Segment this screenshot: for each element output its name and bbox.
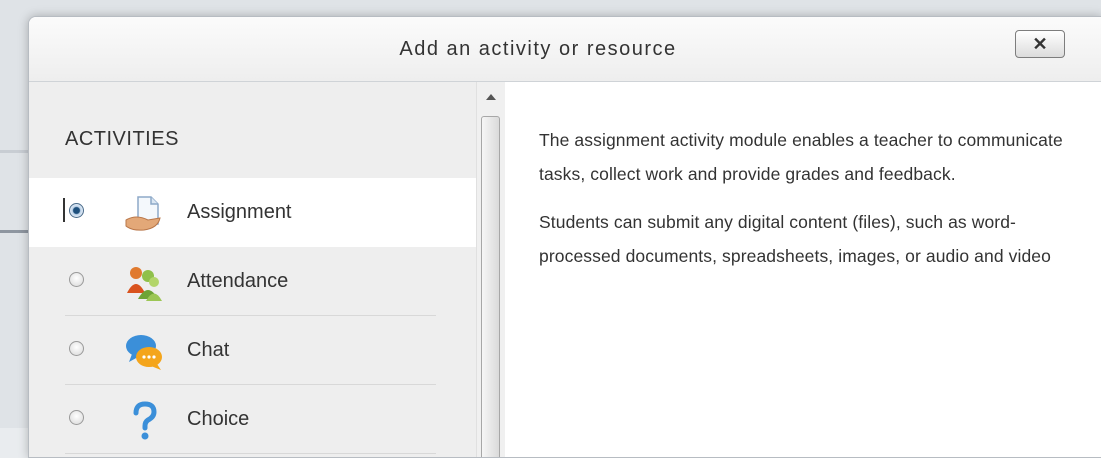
background-divider	[0, 230, 30, 233]
activities-heading: ACTIVITIES	[65, 128, 179, 150]
choice-icon	[133, 401, 157, 440]
add-activity-dialog: Add an activity or resource ✕ ACTIVITIES…	[28, 16, 1101, 458]
list-divider	[65, 453, 436, 454]
activity-description: The assignment activity module enables a…	[539, 123, 1069, 287]
activity-list-pane: ACTIVITIES Assignment Attendance Chat Ch…	[29, 82, 476, 457]
scroll-up-icon[interactable]	[486, 94, 496, 100]
text-caret	[63, 198, 65, 222]
background-divider	[0, 150, 30, 153]
description-paragraph: The assignment activity module enables a…	[539, 130, 1063, 184]
choice-radio[interactable]	[69, 410, 84, 425]
activity-list-scrollbar[interactable]	[476, 82, 505, 457]
activity-label: Chat	[187, 339, 230, 361]
description-paragraph: Students can submit any digital content …	[539, 212, 1051, 266]
activity-label: Choice	[187, 408, 250, 430]
assignment-radio[interactable]	[69, 203, 84, 218]
chat-icon	[126, 335, 162, 370]
close-icon: ✕	[1032, 34, 1048, 54]
dialog-header: Add an activity or resource ✕	[29, 17, 1101, 82]
activity-label: Attendance	[187, 270, 289, 292]
attendance-radio[interactable]	[69, 272, 84, 287]
dialog-title: Add an activity or resource	[399, 38, 677, 60]
activity-label: Assignment	[187, 201, 292, 223]
attendance-icon	[127, 267, 162, 301]
activity-option-chat[interactable]: Chat	[29, 316, 476, 385]
activity-option-assignment[interactable]: Assignment	[29, 178, 476, 247]
close-button[interactable]: ✕	[1015, 30, 1065, 58]
scroll-thumb[interactable]	[481, 116, 500, 457]
chat-radio[interactable]	[69, 341, 84, 356]
activity-option-attendance[interactable]: Attendance	[29, 247, 476, 316]
activity-option-choice[interactable]: Choice	[29, 385, 476, 454]
assignment-icon	[125, 196, 161, 231]
